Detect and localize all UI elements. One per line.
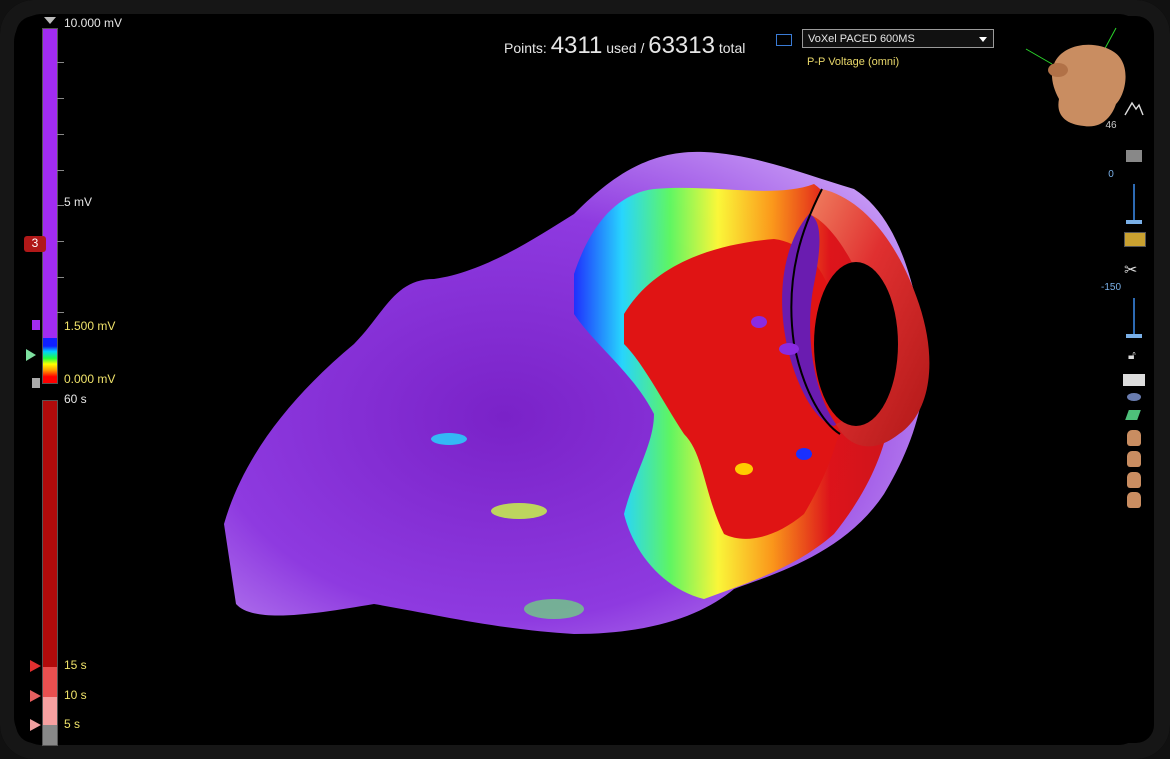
- image-toggle-icon[interactable]: [1124, 232, 1146, 247]
- voltage-map-anatomy[interactable]: [14, 14, 1146, 745]
- voltage-color-bar[interactable]: [42, 28, 58, 384]
- clip-value: -150: [1100, 282, 1121, 293]
- lower-threshold-label: 0.000 mV: [64, 372, 116, 386]
- side-marker-label: 3: [31, 236, 39, 250]
- eye-icon[interactable]: [1127, 393, 1141, 401]
- upper-threshold-label: 1.500 mV: [64, 319, 116, 333]
- tilt-value: 46: [1105, 120, 1117, 131]
- torso-view-2-icon[interactable]: [1127, 451, 1141, 467]
- opacity-slider[interactable]: [1133, 184, 1135, 224]
- time-max-label: 60 s: [64, 392, 87, 406]
- voltage-max-label: 10.000 mV: [64, 16, 123, 30]
- points-used-value: 4311: [550, 32, 603, 59]
- tilt-icon[interactable]: [1124, 100, 1144, 116]
- clip-slider[interactable]: [1133, 298, 1135, 338]
- time-10s-label: 10 s: [64, 688, 87, 702]
- points-counter: Points: 4311 used / 63313 total: [504, 32, 745, 60]
- time-10s-pointer[interactable]: [30, 690, 41, 702]
- side-marker[interactable]: 3: [24, 236, 46, 252]
- torso-view-4-icon[interactable]: [1127, 492, 1141, 508]
- map-viewport[interactable]: Points: 4311 used / 63313 total VoXel PA…: [14, 14, 1146, 745]
- threshold-pointer[interactable]: [26, 349, 36, 361]
- time-5s-label: 5 s: [64, 717, 81, 731]
- points-total-label: total: [718, 40, 746, 56]
- opacity-icon[interactable]: [1126, 150, 1142, 162]
- scissors-icon[interactable]: ✂: [1124, 260, 1137, 280]
- points-prefix: Points:: [504, 40, 547, 56]
- torso-view-1-icon[interactable]: [1127, 430, 1141, 446]
- window-frame: Points: 4311 used / 63313 total VoXel PA…: [0, 0, 1170, 759]
- chevron-down-icon[interactable]: [44, 17, 56, 24]
- time-15s-label: 15 s: [64, 658, 87, 672]
- time-color-bar[interactable]: [42, 400, 58, 746]
- map-type-icon[interactable]: [776, 34, 792, 46]
- time-15s-pointer[interactable]: [30, 660, 41, 672]
- points-used-label: used /: [606, 40, 645, 56]
- orientation-torso-icon[interactable]: [1024, 24, 1134, 134]
- chevron-down-icon: [979, 37, 987, 42]
- map-select-value: VoXel PACED 600MS: [808, 33, 915, 45]
- clip-slider-knob[interactable]: [1126, 334, 1142, 338]
- lock-icon[interactable]: 🔓︎: [1128, 348, 1136, 363]
- valve-opening: [814, 262, 898, 426]
- upper-threshold-handle[interactable]: [32, 320, 40, 330]
- voltage-mid-label: 5 mV: [64, 195, 93, 209]
- dropdown-icon[interactable]: [1123, 374, 1145, 386]
- map-select-dropdown[interactable]: VoXel PACED 600MS: [802, 29, 994, 48]
- lower-threshold-handle[interactable]: [32, 378, 40, 388]
- map-subtitle: P-P Voltage (omni): [807, 56, 900, 68]
- time-5s-pointer[interactable]: [30, 719, 41, 731]
- opacity-value: 0: [1108, 169, 1114, 180]
- torso-view-3-icon[interactable]: [1127, 472, 1141, 488]
- opacity-slider-knob[interactable]: [1126, 220, 1142, 224]
- points-total-value: 63313: [648, 32, 715, 59]
